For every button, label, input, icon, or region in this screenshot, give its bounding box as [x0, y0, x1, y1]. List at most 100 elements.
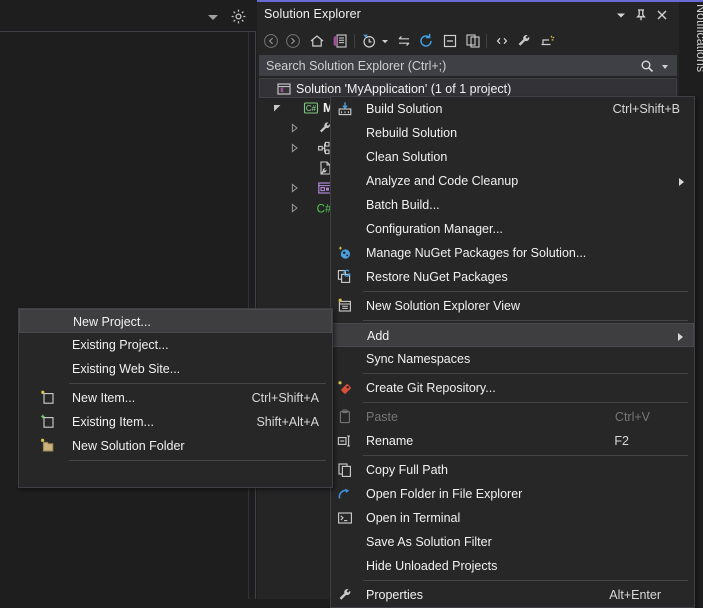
menu-item-rebuild-solution[interactable]: Rebuild Solution [331, 121, 694, 145]
menu-item-save-as-solution-filter[interactable]: Save As Solution Filter [331, 530, 694, 554]
submenu-item-new-project[interactable]: New Project... [19, 309, 332, 333]
menu-item-manage-nuget-packages[interactable]: Manage NuGet Packages for Solution... [331, 241, 694, 265]
menu-item-new-solution-explorer-view[interactable]: New Solution Explorer View [331, 294, 694, 318]
notifications-tab-label: Notifications [694, 4, 703, 73]
menu-item-label: Create Git Repository... [366, 381, 496, 395]
search-input[interactable]: Search Solution Explorer (Ctrl+;) [259, 55, 677, 76]
menu-item-shortcut: Ctrl+V [614, 410, 650, 424]
menu-item-restore-nuget-packages[interactable]: Restore NuGet Packages [331, 265, 694, 289]
submenu-item-installation-configuration-file[interactable] [19, 463, 332, 487]
menu-item-label: Existing Project... [72, 338, 169, 352]
expander-collapsed-icon[interactable] [290, 123, 299, 133]
csharp-project-icon: C# [303, 100, 319, 116]
clock-filter-icon[interactable] [360, 32, 380, 50]
submenu-arrow-icon [678, 333, 683, 341]
chevron-down-icon[interactable] [379, 32, 391, 50]
menu-item-hide-unloaded-projects[interactable]: Hide Unloaded Projects [331, 554, 694, 578]
preview-icon[interactable] [538, 32, 558, 50]
menu-item-build-solution[interactable]: Build Solution Ctrl+Shift+B [331, 97, 694, 121]
menu-item-paste[interactable]: Paste Ctrl+V [331, 405, 694, 429]
arrow-forward-icon[interactable] [284, 32, 304, 50]
menu-item-shortcut: Shift+Alt+A [256, 415, 319, 429]
menu-item-properties[interactable]: Properties Alt+Enter [331, 583, 694, 607]
menu-item-label: New Project... [73, 315, 151, 329]
menu-separator [363, 320, 688, 321]
pin-icon[interactable] [633, 7, 649, 23]
menu-item-shortcut: F2 [614, 434, 629, 448]
expander-collapsed-icon[interactable] [290, 143, 299, 153]
solution-context-menu: Build Solution Ctrl+Shift+B Rebuild Solu… [330, 96, 695, 608]
menu-item-label: Restore NuGet Packages [366, 270, 508, 284]
menu-item-batch-build[interactable]: Batch Build... [331, 193, 694, 217]
menu-item-label: Configuration Manager... [366, 222, 503, 236]
menu-item-open-in-terminal[interactable]: Open in Terminal [331, 506, 694, 530]
rename-icon [336, 432, 354, 450]
menu-separator [69, 460, 326, 461]
menu-item-copy-full-path[interactable]: Copy Full Path [331, 458, 694, 482]
menu-item-label: Manage NuGet Packages for Solution... [366, 246, 587, 260]
windows-stack-icon[interactable] [464, 32, 484, 50]
gear-icon[interactable] [230, 8, 247, 25]
menu-item-sync-namespaces[interactable]: Sync Namespaces [331, 347, 694, 371]
magnifier-icon[interactable] [640, 59, 654, 73]
paste-icon [336, 408, 354, 426]
menu-item-clean-solution[interactable]: Clean Solution [331, 145, 694, 169]
submenu-item-new-solution-folder[interactable]: New Solution Folder [19, 434, 332, 458]
wrench-icon[interactable] [515, 32, 535, 50]
expander-collapsed-icon[interactable] [290, 203, 299, 213]
menu-separator [69, 383, 326, 384]
menu-item-label: Sync Namespaces [366, 352, 471, 366]
expander-expanded-icon[interactable] [273, 103, 282, 113]
wrench-icon [336, 586, 354, 604]
chevron-down-icon[interactable] [206, 11, 219, 22]
menu-item-label: Existing Web Site... [72, 362, 181, 376]
svg-text:C#: C# [306, 104, 317, 113]
code-brackets-icon[interactable] [493, 32, 513, 50]
new-view-icon [336, 297, 354, 315]
submenu-item-existing-item[interactable]: Existing Item... Shift+Alt+A [19, 410, 332, 434]
submenu-item-existing-web-site[interactable]: Existing Web Site... [19, 357, 332, 381]
menu-item-configuration-manager[interactable]: Configuration Manager... [331, 217, 694, 241]
existing-item-icon [39, 413, 57, 431]
arrow-back-icon[interactable] [262, 32, 282, 50]
menu-item-label: New Solution Folder [72, 439, 185, 453]
terminal-icon [336, 509, 354, 527]
menu-item-shortcut: Alt+Enter [609, 588, 661, 602]
menu-item-label: Paste [366, 410, 398, 424]
solution-views-icon[interactable] [331, 32, 351, 50]
build-icon [336, 100, 354, 118]
menu-item-create-git-repository[interactable]: Create Git Repository... [331, 376, 694, 400]
menu-item-analyze-and-code-cleanup[interactable]: Analyze and Code Cleanup [331, 169, 694, 193]
collapse-all-icon[interactable] [441, 32, 461, 50]
search-dropdown-icon[interactable] [662, 65, 668, 69]
tree-item-solution[interactable]: Solution 'MyApplication' (1 of 1 project… [259, 78, 677, 98]
menu-item-shortcut: Ctrl+Shift+A [251, 391, 319, 405]
close-icon[interactable] [654, 7, 670, 23]
menu-item-label: Add [367, 329, 390, 343]
window-dropdown-button[interactable] [613, 7, 629, 23]
home-icon[interactable] [308, 32, 328, 50]
editor-pane [0, 0, 257, 599]
menu-item-label: Batch Build... [366, 198, 440, 212]
submenu-item-new-item[interactable]: New Item... Ctrl+Shift+A [19, 386, 332, 410]
panel-title: Solution Explorer [264, 7, 361, 21]
copy-icon [336, 461, 354, 479]
refresh-icon[interactable] [417, 32, 437, 50]
submenu-item-existing-project[interactable]: Existing Project... [19, 333, 332, 357]
sync-arrows-icon[interactable] [395, 32, 415, 50]
new-solution-folder-icon [39, 437, 57, 455]
solution-explorer-titlebar[interactable]: Solution Explorer [257, 2, 679, 27]
menu-item-rename[interactable]: Rename F2 [331, 429, 694, 453]
expander-collapsed-icon[interactable] [290, 183, 299, 193]
restore-nuget-icon [336, 268, 354, 286]
menu-item-label: Copy Full Path [366, 463, 448, 477]
menu-item-label: Save As Solution Filter [366, 535, 492, 549]
menu-item-label: Properties [366, 588, 423, 602]
menu-item-add[interactable]: Add [331, 323, 694, 347]
tree-item-label: Solution 'MyApplication' (1 of 1 project… [296, 82, 512, 96]
menu-separator [363, 402, 688, 403]
nuget-icon [336, 244, 354, 262]
search-placeholder: Search Solution Explorer (Ctrl+;) [266, 59, 447, 73]
menu-item-label: Analyze and Code Cleanup [366, 174, 519, 188]
menu-item-open-folder-in-file-explorer[interactable]: Open Folder in File Explorer [331, 482, 694, 506]
